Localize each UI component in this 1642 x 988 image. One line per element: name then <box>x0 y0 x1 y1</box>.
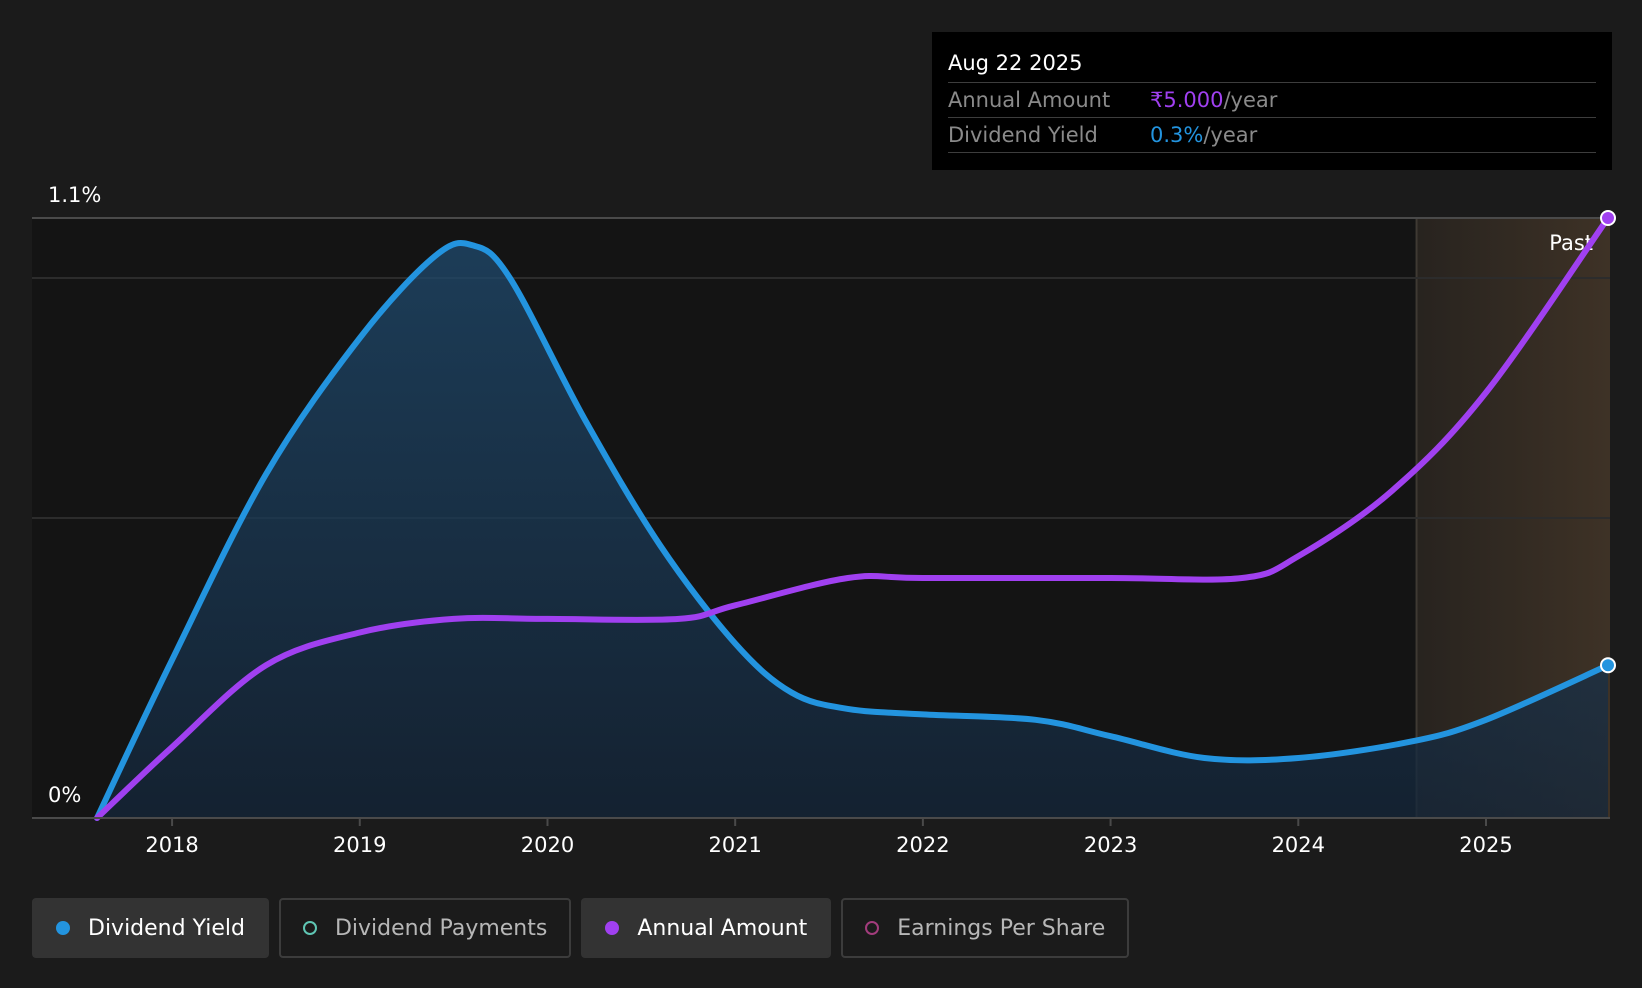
tooltip-row-annual-amount: Annual Amount ₹5.000 /year <box>948 82 1596 117</box>
x-tick-label: 2021 <box>708 833 761 857</box>
legend-item-dividend-yield[interactable]: Dividend Yield <box>32 898 269 958</box>
x-tick-label: 2024 <box>1272 833 1325 857</box>
x-tick-label: 2020 <box>521 833 574 857</box>
x-tick-label: 2025 <box>1459 833 1512 857</box>
y-tick-label: 1.1% <box>48 183 101 207</box>
legend-dot-icon <box>865 921 880 935</box>
x-tick-label: 2019 <box>333 833 386 857</box>
x-tick-label: 2018 <box>145 833 198 857</box>
tooltip-dividend-yield-unit: /year <box>1203 123 1258 147</box>
tooltip-dividend-yield-value: 0.3% <box>1150 123 1204 147</box>
y-tick-label: 0% <box>48 783 81 807</box>
legend-item-annual-amount[interactable]: Annual Amount <box>581 898 832 958</box>
chart-legend: Dividend Yield Dividend Payments Annual … <box>32 898 1130 960</box>
tooltip-row-dividend-yield: Dividend Yield 0.3% /year <box>948 117 1596 153</box>
tooltip-annual-amount-label: Annual Amount <box>948 88 1111 112</box>
legend-label: Dividend Yield <box>88 915 245 941</box>
tooltip-date: Aug 22 2025 <box>948 51 1083 75</box>
legend-label: Earnings Per Share <box>897 915 1106 941</box>
legend-dot-icon <box>302 921 317 935</box>
dividend-yield-end-marker <box>1600 657 1616 674</box>
legend-item-earnings-per-share[interactable]: Earnings Per Share <box>841 898 1130 958</box>
annual-amount-end-marker <box>1600 210 1616 226</box>
legend-dot-icon <box>56 921 70 935</box>
tooltip-annual-amount-unit: /year <box>1223 88 1278 112</box>
legend-dot-icon <box>605 921 620 935</box>
legend-label: Annual Amount <box>637 915 808 941</box>
tooltip-dividend-yield-label: Dividend Yield <box>948 123 1098 147</box>
x-tick-label: 2022 <box>896 833 949 857</box>
tooltip-annual-amount-value: ₹5.000 <box>1150 88 1224 112</box>
legend-label: Dividend Payments <box>334 915 548 941</box>
legend-item-dividend-payments[interactable]: Dividend Payments <box>278 898 572 958</box>
tooltip-panel: Aug 22 2025 Annual Amount ₹5.000 /year D… <box>932 32 1612 170</box>
x-tick-label: 2023 <box>1084 833 1137 857</box>
